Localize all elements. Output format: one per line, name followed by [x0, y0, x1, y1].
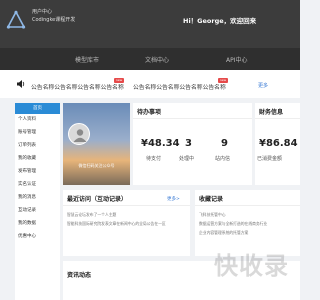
finance-value[interactable]: ¥86.84: [259, 138, 298, 149]
brand: 用户中心 Codingke课程开发: [32, 8, 75, 24]
sidebar: 首页 个人资料 账号管理 订单列表 我的收藏 发布管理 实名认证 我的消息 互动…: [15, 103, 60, 300]
divider: [195, 205, 300, 206]
list-item[interactable]: 飞科技托管中心: [199, 212, 299, 218]
stat-value-unpaid[interactable]: ¥48.34: [141, 138, 180, 149]
nav-item-docs[interactable]: 文档中心: [145, 55, 169, 64]
favorites-title: 收藏记录: [199, 196, 224, 203]
greeting: Hi！George，欢迎回来: [183, 17, 257, 25]
nav-item-api[interactable]: API中心: [226, 55, 248, 64]
brand-title: 用户中心: [32, 9, 53, 15]
new-badge: new: [114, 78, 124, 83]
sidebar-item-verify[interactable]: 实名认证: [15, 179, 60, 190]
sidebar-item-favorites[interactable]: 我的收藏: [15, 153, 60, 164]
main-nav: 模型库市 文档中心 API中心: [0, 48, 300, 70]
notice-more-link[interactable]: 更多: [258, 82, 268, 89]
notice-bar: 公告名称公告名称公告名称公告名称 new 公告名称公告名称公告名称公告名称 ne…: [0, 70, 300, 98]
avatar[interactable]: [68, 123, 90, 145]
list-item[interactable]: 企业内容管理系统的托管方案: [199, 230, 299, 236]
sidebar-item-coupons[interactable]: 优惠中心: [15, 231, 60, 242]
avatar-card: 微信扫码关注公众号: [63, 103, 130, 185]
stat-value-processing[interactable]: 3: [185, 138, 192, 149]
list-item[interactable]: 数据运营方案与全新打造的在线商务行业: [199, 221, 299, 227]
notice-item[interactable]: 公告名称公告名称公告名称公告名称: [31, 82, 124, 91]
stat-label-unpaid: 待支付: [146, 156, 162, 162]
notice-item[interactable]: 公告名称公告名称公告名称公告名称: [133, 82, 226, 91]
recent-more-link[interactable]: 更多>: [167, 196, 180, 202]
pending-title: 待办事项: [137, 109, 162, 116]
nav-item-models[interactable]: 模型库市: [75, 55, 99, 64]
brand-subtitle: Codingke课程开发: [32, 17, 76, 23]
sidebar-item-publish[interactable]: 发布管理: [15, 166, 60, 177]
divider: [133, 118, 252, 119]
pending-panel: 待办事项 ¥48.34 待支付 3 处理中 9 站内信: [133, 103, 252, 185]
sidebar-item-home[interactable]: 首页: [15, 103, 60, 114]
sidebar-item-profile[interactable]: 个人资料: [15, 114, 60, 125]
list-item[interactable]: 智慧云论坛发布了一个人主题: [67, 212, 187, 218]
list-item[interactable]: 智能科技国际研究院发表文章在新闻中心的全局公告在一区: [67, 221, 187, 227]
recent-title: 最近访问（互动记录）: [67, 196, 128, 203]
user-icon: [73, 129, 87, 142]
avatar-caption: 微信扫码关注公众号: [78, 163, 115, 168]
divider: [63, 205, 190, 206]
dynamics-title: 资讯动态: [67, 272, 92, 279]
sidebar-item-orders[interactable]: 订单列表: [15, 140, 60, 151]
sidebar-item-messages[interactable]: 我的消息: [15, 192, 60, 203]
stat-label-inbox: 站内信: [215, 156, 231, 162]
logo-icon[interactable]: [6, 10, 26, 30]
speaker-icon: [17, 80, 25, 88]
sidebar-item-interactions[interactable]: 互动记录: [15, 205, 60, 216]
recent-panel: 最近访问（互动记录） 更多> 智慧云论坛发布了一个人主题 智能科技国际研究院发表…: [63, 190, 190, 256]
new-badge: new: [218, 78, 228, 83]
watermark: 快收录: [214, 252, 289, 280]
stat-value-inbox[interactable]: 9: [221, 138, 228, 149]
divider: [255, 118, 300, 119]
finance-title: 财务信息: [259, 109, 284, 116]
background-image: [63, 103, 130, 185]
sidebar-item-data[interactable]: 我的数据: [15, 218, 60, 229]
stat-label-processing: 处理中: [179, 156, 195, 162]
top-header: 用户中心 Codingke课程开发 Hi！George，欢迎回来: [0, 0, 300, 48]
finance-panel: 财务信息 ¥86.84 已消费金额: [255, 103, 300, 185]
sidebar-item-account[interactable]: 账号管理: [15, 127, 60, 138]
finance-label: 已消费金额: [257, 156, 283, 162]
